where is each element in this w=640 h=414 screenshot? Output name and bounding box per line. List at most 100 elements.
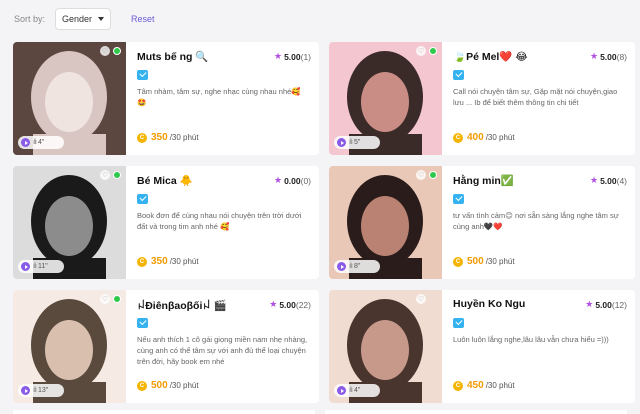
player-info: Bé Mica 🐥 ★ 0.00 (0) Book đơn để cùng nh… xyxy=(126,166,319,279)
player-price: C 500 /30 phút xyxy=(137,380,199,391)
star-icon: ★ xyxy=(589,175,599,185)
player-bio: tư vấn tình cảm😊 nơi sẵn sàng lắng nghe … xyxy=(453,211,619,231)
price-amount: 450 xyxy=(467,380,484,391)
rating-count: (8) xyxy=(616,51,627,62)
rating-value: 5.00 xyxy=(595,299,612,310)
favorite-icon[interactable]: ♡ xyxy=(416,294,426,304)
card-partial xyxy=(325,410,627,414)
voice-duration: 5" xyxy=(354,139,361,146)
coin-icon: C xyxy=(137,256,147,267)
player-rating: ★ 5.00 (22) xyxy=(269,299,311,310)
verified-icon xyxy=(453,70,464,80)
player-rating: ★ 5.00 (1) xyxy=(274,51,311,62)
online-status-icon xyxy=(429,171,437,179)
player-bio: Book đơn để cùng nhau nói chuyện trên tr… xyxy=(137,211,302,231)
rating-value: 0.00 xyxy=(284,175,301,186)
sort-label: Sort by: xyxy=(14,14,46,24)
player-bio: Call nói chuyện tâm sự, Gặp mặt nói chuy… xyxy=(453,87,618,107)
player-price: C 500 /30 phút xyxy=(453,256,515,267)
player-info: 🍃Pé Mel❤️ 😂 ★ 5.00 (8) Call nói chuyện t… xyxy=(442,42,635,155)
next-row-cards xyxy=(13,410,627,414)
voice-duration: 11" xyxy=(38,263,48,270)
play-icon[interactable] xyxy=(21,262,30,271)
coin-icon: C xyxy=(453,132,463,143)
voice-preview[interactable]: ıllı 8" xyxy=(334,260,380,273)
player-photo[interactable]: ♡ ıllı 11" xyxy=(13,166,126,279)
player-card[interactable]: ♡ ıllı 13" ꈤĐiênβaoβốiꈤ 🎬 ★ 5.00 (22) Nế… xyxy=(13,290,319,403)
verified-icon xyxy=(137,318,148,328)
coin-icon: C xyxy=(137,380,147,391)
voice-duration: 8" xyxy=(354,263,361,270)
player-photo[interactable]: ♡ ıllı 8" xyxy=(329,166,442,279)
online-status-icon xyxy=(113,47,121,55)
star-icon: ★ xyxy=(273,51,283,61)
player-card[interactable]: ♡ ıllı 5" 🍃Pé Mel❤️ 😂 ★ 5.00 (8) Call nó… xyxy=(329,42,635,155)
player-rating: ★ 5.00 (8) xyxy=(590,51,627,62)
online-status-icon xyxy=(429,47,437,55)
price-amount: 350 xyxy=(151,256,168,267)
waveform-icon: ıllı xyxy=(33,263,37,270)
player-price: C 400 /30 phút xyxy=(453,132,515,143)
waveform-icon: ıllı xyxy=(349,263,353,270)
online-status-icon xyxy=(113,171,121,179)
rating-value: 5.00 xyxy=(284,51,301,62)
rating-value: 5.00 xyxy=(600,51,617,62)
play-icon[interactable] xyxy=(337,262,346,271)
rating-count: (22) xyxy=(295,299,311,310)
price-unit: /30 phút xyxy=(169,133,199,142)
star-icon: ★ xyxy=(273,175,283,185)
player-info: Huyền Ko Ngu ★ 5.00 (12) Luôn luôn lắng … xyxy=(442,290,635,403)
player-price: C 350 /30 phút xyxy=(137,256,199,267)
favorite-icon[interactable]: ♡ xyxy=(416,170,426,180)
favorite-icon[interactable]: ♡ xyxy=(100,170,110,180)
player-bio: Nếu anh thích 1 cô gái giọng miền nam nh… xyxy=(137,335,308,366)
play-icon[interactable] xyxy=(337,138,346,147)
gender-select[interactable]: Gender xyxy=(55,8,112,30)
player-photo[interactable]: ♡ ıllı 4" xyxy=(329,290,442,403)
player-bio: Tâm nhàm, tâm sự, nghe nhạc cùng nhau nh… xyxy=(137,87,301,107)
waveform-icon: ıllı xyxy=(349,139,353,146)
price-amount: 500 xyxy=(151,380,168,391)
voice-preview[interactable]: ıllı 13" xyxy=(18,384,64,397)
rating-count: (12) xyxy=(611,299,627,310)
rating-value: 5.00 xyxy=(600,175,617,186)
player-card[interactable]: ♡ ıllı 11" Bé Mica 🐥 ★ 0.00 (0) Book đơn… xyxy=(13,166,319,279)
favorite-icon[interactable]: ♡ xyxy=(100,46,110,56)
star-icon: ★ xyxy=(585,299,594,309)
player-grid: ♡ ıllı 4" Muts bế ng 🔍 ★ 5.00 (1) Tâm nh… xyxy=(13,42,635,403)
voice-preview[interactable]: ıllı 11" xyxy=(18,260,64,273)
player-photo[interactable]: ♡ ıllı 13" xyxy=(13,290,126,403)
player-info: Muts bế ng 🔍 ★ 5.00 (1) Tâm nhàm, tâm sự… xyxy=(126,42,319,155)
play-icon[interactable] xyxy=(21,138,30,147)
player-card[interactable]: ♡ ıllı 4" Huyền Ko Ngu ★ 5.00 (12) Luôn … xyxy=(329,290,635,403)
play-icon[interactable] xyxy=(21,386,30,395)
waveform-icon: ıllı xyxy=(349,387,353,394)
player-card[interactable]: ♡ ıllı 8" Hằng min✅ ★ 5.00 (4) tư vấn tì… xyxy=(329,166,635,279)
price-unit: /30 phút xyxy=(169,381,199,390)
voice-duration: 13" xyxy=(38,387,49,394)
play-icon[interactable] xyxy=(337,386,346,395)
player-photo[interactable]: ♡ ıllı 4" xyxy=(13,42,126,155)
price-amount: 400 xyxy=(467,132,484,143)
online-status-icon xyxy=(113,295,121,303)
player-price: C 450 /30 phút xyxy=(453,380,515,391)
waveform-icon: ıllı xyxy=(33,387,37,394)
voice-duration: 4" xyxy=(354,387,361,394)
rating-count: (4) xyxy=(616,175,627,186)
gender-select-value: Gender xyxy=(62,14,93,24)
favorite-icon[interactable]: ♡ xyxy=(416,46,426,56)
price-unit: /30 phút xyxy=(485,257,515,266)
sort-bar: Sort by: Gender Reset xyxy=(0,0,640,38)
coin-icon: C xyxy=(453,256,463,267)
reset-link[interactable]: Reset xyxy=(131,14,155,24)
price-unit: /30 phút xyxy=(169,257,199,266)
favorite-icon[interactable]: ♡ xyxy=(100,294,110,304)
player-card[interactable]: ♡ ıllı 4" Muts bế ng 🔍 ★ 5.00 (1) Tâm nh… xyxy=(13,42,319,155)
player-info: ꈤĐiênβaoβốiꈤ 🎬 ★ 5.00 (22) Nếu anh thích… xyxy=(126,290,319,403)
star-icon: ★ xyxy=(269,299,278,309)
voice-preview[interactable]: ıllı 4" xyxy=(334,384,380,397)
player-rating: ★ 0.00 (0) xyxy=(274,175,311,186)
player-photo[interactable]: ♡ ıllı 5" xyxy=(329,42,442,155)
voice-preview[interactable]: ıllı 5" xyxy=(334,136,380,149)
voice-preview[interactable]: ıllı 4" xyxy=(18,136,64,149)
